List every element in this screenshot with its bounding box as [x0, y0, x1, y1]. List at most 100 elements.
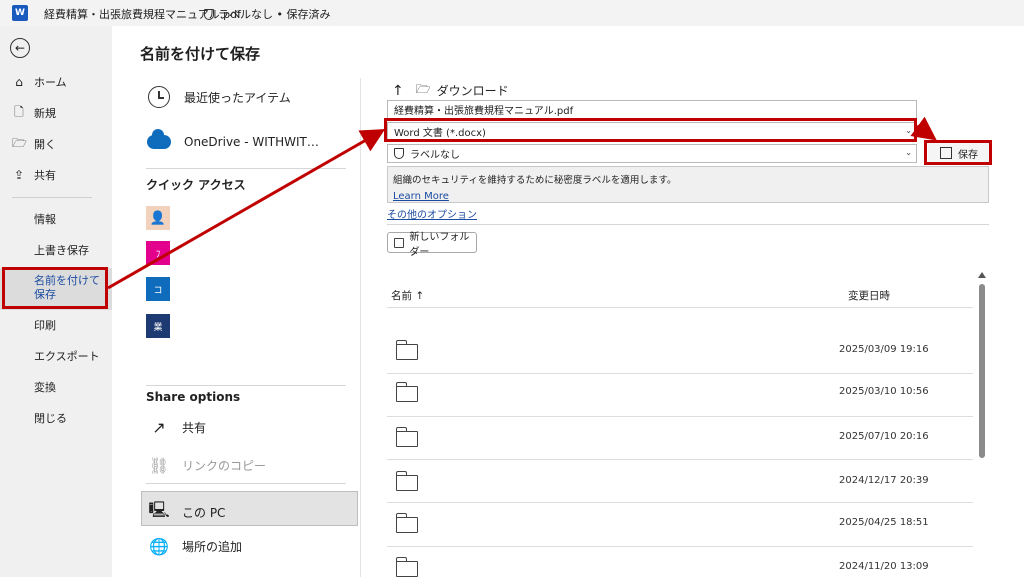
row-divider: [387, 416, 973, 417]
breadcrumb: ↑ 🗁 ダウンロード: [392, 80, 509, 101]
callout-box-save-as: [2, 267, 108, 309]
onedrive-cloud-icon: [146, 129, 172, 155]
share-icon: ↗: [152, 418, 166, 437]
row-divider: [387, 502, 973, 503]
share-option-copy-link-label: リンクのコピー: [182, 459, 267, 473]
folder-icon: [395, 471, 418, 491]
header-divider: [387, 307, 973, 308]
row-modified: 2024/11/20 13:09: [839, 561, 929, 572]
pc-icon: 🖳: [148, 500, 170, 519]
column-header-name[interactable]: 名前 ↑: [391, 288, 424, 303]
share-options-heading: Share options: [146, 390, 241, 404]
new-folder-icon: [394, 237, 405, 248]
nav-open-label: 開く: [34, 138, 56, 151]
callout-box-file-type: [384, 118, 917, 142]
share-option-copy-link: ⛓ リンクのコピー: [146, 456, 266, 475]
row-divider: [387, 459, 973, 460]
location-this-pc[interactable]: 🖳 この PC: [146, 499, 225, 526]
shield-icon: [204, 8, 214, 20]
location-recent[interactable]: 最近使ったアイテム: [146, 84, 291, 110]
nav-divider: [12, 197, 92, 198]
pane-divider: [360, 78, 361, 577]
nav-home[interactable]: ⌂ ホーム: [0, 69, 112, 95]
navy-folder-icon[interactable]: 業: [146, 314, 170, 338]
location-this-pc-label: この PC: [182, 506, 226, 520]
nav-export-label: エクスポート: [34, 350, 100, 363]
nav-home-label: ホーム: [34, 76, 67, 89]
new-document-icon: 🗋: [14, 104, 24, 119]
table-row[interactable]: 2025/07/10 20:16: [387, 418, 973, 457]
table-row[interactable]: 2024/12/17 20:39: [387, 462, 973, 501]
shield-icon: [394, 148, 404, 159]
blue-folder-icon[interactable]: コ: [146, 277, 170, 301]
row-modified: 2025/07/10 20:16: [839, 431, 929, 442]
nav-overwrite-save-label: 上書き保存: [34, 244, 89, 257]
folder-icon: [395, 427, 418, 447]
divider: [146, 483, 346, 484]
row-divider: [387, 546, 973, 547]
new-folder-button[interactable]: 新しいフォルダー: [387, 232, 477, 258]
nav-share[interactable]: ⇪ 共有: [0, 162, 112, 188]
add-location-icon: 🌐: [149, 537, 169, 556]
row-modified: 2025/04/25 18:51: [839, 517, 929, 528]
nav-export[interactable]: エクスポート: [0, 343, 112, 369]
nav-open[interactable]: 🗁 開く: [0, 131, 112, 157]
nav-print[interactable]: 印刷: [0, 312, 112, 338]
nav-convert[interactable]: 変換: [0, 374, 112, 400]
home-icon: ⌂: [15, 75, 23, 89]
nav-info-label: 情報: [34, 213, 56, 226]
nav-convert-label: 変換: [34, 381, 56, 394]
nav-close-label: 閉じる: [34, 412, 67, 425]
label-status-text: ラベルなし • 保存済み: [218, 8, 331, 21]
sensitivity-value: ラベルなし: [410, 150, 460, 161]
nav-share-label: 共有: [34, 169, 56, 182]
current-folder[interactable]: ダウンロード: [437, 82, 509, 99]
file-name-value: 経費精算・出張旅費規程マニュアル.pdf: [394, 106, 574, 117]
folder-icon: [395, 340, 418, 360]
table-row[interactable]: 2024/11/20 13:09: [387, 548, 973, 577]
share-option-share-label: 共有: [182, 421, 207, 435]
word-logo-icon: W: [12, 5, 28, 21]
folder-icon: [395, 382, 418, 402]
nav-print-label: 印刷: [34, 319, 56, 332]
label-status[interactable]: ラベルなし • 保存済み: [204, 6, 330, 22]
clock-icon: [146, 84, 172, 110]
pink-folder-icon[interactable]: ﾌ: [146, 241, 170, 265]
scroll-up-icon[interactable]: [978, 272, 986, 278]
nav-overwrite-save[interactable]: 上書き保存: [0, 237, 112, 263]
location-add-place-label: 場所の追加: [182, 540, 243, 554]
divider: [387, 224, 989, 225]
more-options-link[interactable]: その他のオプション: [387, 206, 477, 221]
location-onedrive-label: OneDrive - WITHWIT…: [184, 135, 319, 149]
scrollbar-thumb[interactable]: [979, 284, 985, 458]
share-option-share[interactable]: ↗ 共有: [146, 418, 206, 437]
row-modified: 2025/03/09 19:16: [839, 344, 929, 355]
column-header-modified[interactable]: 変更日時: [848, 288, 890, 303]
table-row[interactable]: 2025/03/10 10:56: [387, 373, 973, 412]
sensitivity-info: 組織のセキュリティを維持するために秘密度ラベルを適用します。 Learn Mor…: [387, 166, 989, 203]
avatar-icon[interactable]: 👤: [146, 206, 170, 230]
nav-new[interactable]: 🗋 新規: [0, 100, 112, 126]
sensitivity-dropdown[interactable]: ラベルなし ⌄: [387, 144, 917, 163]
nav-info[interactable]: 情報: [0, 206, 112, 232]
chevron-down-icon: ⌄: [905, 148, 912, 157]
folder-icon: [395, 557, 418, 577]
page-title: 名前を付けて保存: [140, 45, 261, 63]
folder-icon: 🗁: [415, 82, 431, 96]
location-add-place[interactable]: 🌐 場所の追加: [146, 537, 242, 556]
title-bar: W 経費精算・出張旅費規程マニュアル.pdf ラベルなし • 保存済み: [0, 0, 1024, 26]
share-icon: ⇪: [13, 168, 25, 182]
divider: [146, 168, 346, 169]
location-recent-label: 最近使ったアイテム: [184, 90, 291, 105]
row-modified: 2024/12/17 20:39: [839, 475, 929, 486]
back-arrow-icon[interactable]: ←: [10, 38, 30, 58]
link-icon: ⛓: [148, 456, 170, 475]
learn-more-link[interactable]: Learn More: [393, 191, 983, 202]
location-onedrive[interactable]: OneDrive - WITHWIT…: [146, 129, 319, 155]
file-name-field[interactable]: 経費精算・出張旅費規程マニュアル.pdf: [387, 100, 917, 119]
nav-close[interactable]: 閉じる: [0, 405, 112, 431]
up-arrow-icon[interactable]: ↑: [392, 83, 404, 99]
table-row[interactable]: 2025/04/25 18:51: [387, 504, 973, 543]
new-folder-label: 新しいフォルダー: [409, 231, 470, 258]
table-row[interactable]: 2025/03/09 19:16: [387, 331, 973, 370]
